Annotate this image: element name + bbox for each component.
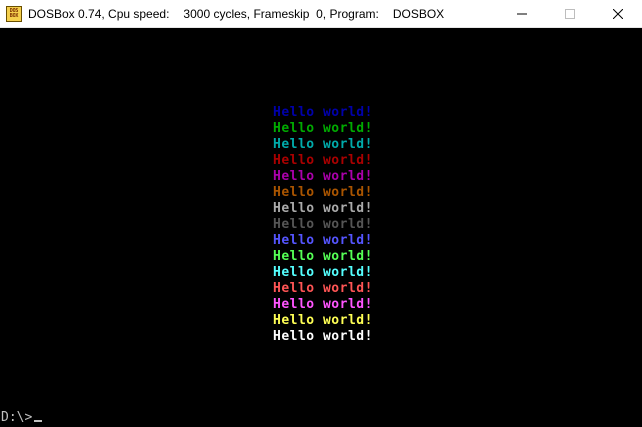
- close-icon: [613, 9, 623, 19]
- minimize-button[interactable]: [498, 0, 546, 28]
- window-controls: [498, 0, 642, 28]
- dos-screen[interactable]: Hello world! Hello world! Hello world! H…: [1, 29, 641, 426]
- hello-line-light-green: Hello world!: [273, 249, 373, 264]
- title-cycles-program: 3000 cycles, Frameskip 0, Program:: [183, 6, 379, 21]
- icon-text-bottom: BOX: [9, 12, 19, 19]
- hello-line-light-blue: Hello world!: [273, 233, 373, 248]
- hello-line-white: Hello world!: [273, 329, 373, 344]
- hello-line-dark-gray: Hello world!: [273, 217, 373, 232]
- dosbox-window: DOS BOX DOSBox 0.74, Cpu speed: 3000 cyc…: [0, 0, 642, 427]
- hello-line-red: Hello world!: [273, 153, 373, 168]
- hello-line-blue: Hello world!: [273, 105, 373, 120]
- hello-line-cyan: Hello world!: [273, 137, 373, 152]
- text-cursor: [34, 420, 43, 422]
- close-button[interactable]: [594, 0, 642, 28]
- title-bar[interactable]: DOS BOX DOSBox 0.74, Cpu speed: 3000 cyc…: [0, 0, 642, 28]
- hello-line-light-magenta: Hello world!: [273, 297, 373, 312]
- title-program-name: DOSBOX: [392, 6, 445, 21]
- maximize-button[interactable]: [546, 0, 594, 28]
- command-prompt[interactable]: D:\>: [1, 410, 43, 426]
- hello-line-light-cyan: Hello world!: [273, 265, 373, 280]
- hello-line-brown: Hello world!: [273, 185, 373, 200]
- title-version-speed: DOSBox 0.74, Cpu speed:: [28, 6, 170, 21]
- hello-line-yellow: Hello world!: [273, 313, 373, 328]
- hello-output: Hello world! Hello world! Hello world! H…: [273, 105, 373, 345]
- hello-line-magenta: Hello world!: [273, 169, 373, 184]
- prompt-text: D:\>: [1, 410, 33, 425]
- maximize-icon: [565, 9, 575, 19]
- dosbox-icon[interactable]: DOS BOX: [6, 5, 22, 22]
- hello-line-green: Hello world!: [273, 121, 373, 136]
- hello-line-light-gray: Hello world!: [273, 201, 373, 216]
- hello-line-light-red: Hello world!: [273, 281, 373, 296]
- minimize-icon: [517, 13, 527, 15]
